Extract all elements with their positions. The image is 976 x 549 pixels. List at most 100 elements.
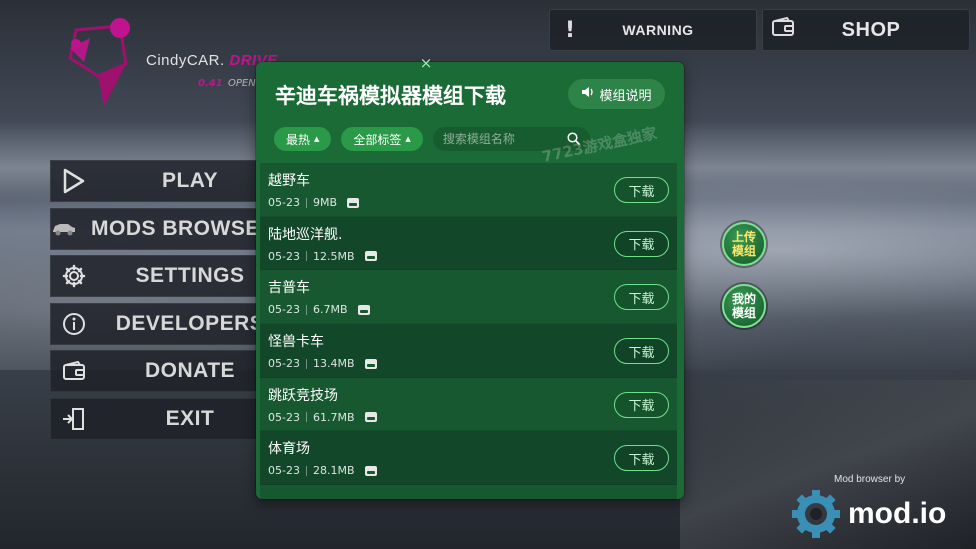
speaker-icon <box>581 86 594 102</box>
play-icon <box>51 168 97 194</box>
info-icon <box>51 312 97 336</box>
close-icon[interactable]: × <box>418 55 434 71</box>
mod-name: 跳跃竞技场 <box>268 387 338 404</box>
mod-size: 9MB <box>312 196 338 209</box>
mod-meta: 05-23 61.7MB <box>268 411 377 424</box>
divider <box>305 197 307 208</box>
mod-name: 陆地巡洋舰. <box>268 226 343 243</box>
mod-meta: 05-23 9MB <box>268 196 360 209</box>
warning-button[interactable]: ! WARNING <box>549 9 757 51</box>
sort-dropdown[interactable]: 最热 ▲ <box>274 127 332 151</box>
mod-name: 怪兽卡车 <box>268 334 324 351</box>
download-button[interactable]: 下载 <box>614 445 669 472</box>
mod-date: 05-23 <box>268 410 300 424</box>
divider <box>305 304 307 315</box>
warning-label: WARNING <box>622 22 694 38</box>
mod-date: 05-23 <box>268 303 300 317</box>
menu-exit-button[interactable]: EXIT <box>50 397 270 440</box>
mod-size: 12.5MB <box>312 249 355 263</box>
wallet-icon <box>763 16 803 43</box>
mod-help-label: 模组说明 <box>599 88 652 104</box>
divider <box>305 465 307 476</box>
game-logo-icon <box>68 18 130 106</box>
list-item[interactable]: 体育场 05-23 28.1MB 下载 <box>260 431 677 486</box>
image-icon <box>364 465 377 476</box>
modio-brand: mod.io <box>848 497 947 530</box>
menu-play-label: PLAY <box>161 169 219 192</box>
caret-up-icon: ▲ <box>314 135 320 143</box>
shop-button[interactable]: SHOP <box>762 9 970 51</box>
menu-settings-label: SETTINGS <box>135 264 245 287</box>
my-mods-label-line1: 我的 <box>731 292 756 306</box>
car-icon <box>51 222 77 236</box>
list-item[interactable]: 吉普车 05-23 6.7MB 下载 <box>260 270 677 325</box>
menu-exit-label: EXIT <box>165 406 215 430</box>
tag-dropdown[interactable]: 全部标签 ▲ <box>341 127 423 151</box>
mod-name: 吉普车 <box>268 280 310 297</box>
mod-list: 越野车 05-23 9MB 下载 陆地巡洋舰. 05-23 12.5MB 下载 吉普… <box>260 163 677 499</box>
mod-date: 05-23 <box>268 464 300 478</box>
divider <box>305 251 307 262</box>
modio-logo: mod.io <box>790 488 946 540</box>
menu-settings-button[interactable]: SETTINGS <box>50 255 270 297</box>
upload-label-line1: 上传 <box>731 230 756 244</box>
mod-meta: 05-23 13.4MB <box>268 357 377 370</box>
menu-developers-label: DEVELOPERS <box>115 311 265 335</box>
sort-label: 最热 <box>286 132 311 147</box>
image-icon <box>364 251 377 262</box>
modio-caption: Mod browser by <box>834 474 906 485</box>
menu-donate-label: DONATE <box>144 359 236 382</box>
mod-date: 05-23 <box>268 196 300 209</box>
shop-label: SHOP <box>841 18 901 41</box>
exit-door-icon <box>51 407 97 431</box>
mod-meta: 05-23 6.7MB <box>268 303 370 316</box>
caret-up-icon: ▲ <box>405 135 411 143</box>
menu-mods-browser-label: MODS BROWSER <box>91 216 276 240</box>
gear-icon <box>51 264 97 288</box>
game-sub-label: OPEN <box>228 78 256 89</box>
mod-date: 05-23 <box>268 357 300 371</box>
list-item[interactable]: 怪兽卡车 05-23 13.4MB 下载 <box>260 324 677 378</box>
menu-play-button[interactable]: PLAY <box>50 160 270 202</box>
wallet-icon <box>51 361 97 381</box>
search-input[interactable] <box>442 132 558 146</box>
main-menu: PLAY MODS BROWSER SETTINGS DEVELOPERS DO… <box>50 160 275 445</box>
list-item[interactable]: 陆地巡洋舰. 05-23 12.5MB 下载 <box>260 216 677 271</box>
menu-developers-button[interactable]: DEVELOPERS <box>50 302 270 345</box>
download-button[interactable]: 下载 <box>614 284 669 311</box>
mod-size: 13.4MB <box>312 357 355 371</box>
menu-mods-browser-button[interactable]: MODS BROWSER <box>50 207 275 250</box>
list-item[interactable]: 跳跃竞技场 05-23 61.7MB 下载 <box>260 377 677 432</box>
mod-size: 28.1MB <box>312 464 355 478</box>
modio-gear-icon <box>792 490 840 538</box>
list-item[interactable]: 越野车 05-23 9MB 下载 <box>260 163 677 217</box>
menu-donate-button[interactable]: DONATE <box>50 350 270 392</box>
image-icon <box>347 197 360 208</box>
download-button[interactable]: 下载 <box>614 177 669 203</box>
exclamation-icon: ! <box>564 17 576 43</box>
upload-label-line2: 模组 <box>731 244 756 258</box>
mod-download-dialog: 辛迪车祸模拟器模组下载 模组说明 最热 ▲ 全部标签 ▲ 越野车 05-23 9M… <box>256 62 684 499</box>
tag-label: 全部标签 <box>353 132 402 147</box>
my-mods-button[interactable]: 我的 模组 <box>722 284 766 328</box>
game-version: 0.41 <box>198 78 223 89</box>
download-button[interactable]: 下载 <box>614 230 669 257</box>
mod-name: 体育场 <box>268 441 310 458</box>
upload-mod-button[interactable]: 上传 模组 <box>722 222 766 266</box>
mod-meta: 05-23 28.1MB <box>268 464 377 477</box>
mod-size: 6.7MB <box>312 303 348 317</box>
download-button[interactable]: 下载 <box>614 338 669 365</box>
divider <box>305 358 307 369</box>
image-icon <box>364 358 377 369</box>
divider <box>305 412 307 423</box>
mod-size: 61.7MB <box>312 410 355 424</box>
image-icon <box>357 304 370 315</box>
list-item[interactable] <box>260 485 677 499</box>
download-button[interactable]: 下载 <box>614 391 669 418</box>
mod-name: 越野车 <box>268 173 310 189</box>
logo-name: CindyCAR. <box>146 52 225 69</box>
mod-date: 05-23 <box>268 249 300 263</box>
mod-help-button[interactable]: 模组说明 <box>568 79 665 109</box>
image-icon <box>364 412 377 423</box>
dialog-title: 辛迪车祸模拟器模组下载 <box>275 84 506 108</box>
